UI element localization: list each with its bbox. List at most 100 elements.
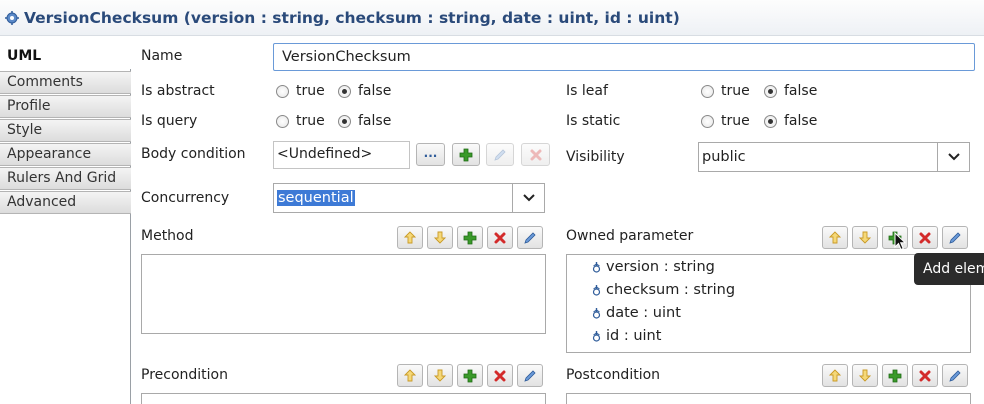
operation-icon [5,10,19,25]
delete-icon [530,149,541,160]
concurrency-select[interactable]: sequential [273,183,545,213]
tab-comments[interactable]: Comments [0,71,131,94]
precondition-label: Precondition [141,367,228,383]
name-field[interactable]: VersionChecksum [273,43,975,71]
tab-profile[interactable]: Profile [0,95,131,118]
method-list[interactable] [141,254,546,334]
arrow-up-icon [404,231,416,244]
mouse-cursor-icon [894,232,906,251]
is-abstract-false-radio[interactable]: false [338,83,391,99]
plus-icon [463,369,477,382]
pencil-icon [524,231,536,244]
postcondition-list[interactable] [566,393,971,404]
name-value: VersionChecksum [282,49,411,65]
page-title: VersionChecksum (version : string, check… [24,8,680,27]
precondition-move-down-button[interactable] [427,364,453,387]
arrow-up-icon [829,231,841,244]
radio-indicator [338,114,351,128]
delete-icon [919,232,931,243]
radio-label: true [296,113,325,129]
arrow-up-icon [829,369,841,382]
list-item[interactable]: date : uint [591,305,681,321]
radio-label: false [784,83,818,99]
add-body-button[interactable] [452,143,480,166]
radio-label: true [721,113,750,129]
precondition-add-button[interactable] [457,364,483,387]
parameter-icon [592,308,601,319]
browse-button[interactable]: ... [416,143,445,166]
is-leaf-label: Is leaf [566,83,608,99]
tab-advanced[interactable]: Advanced [0,191,131,214]
parameter-move-up-button[interactable] [822,226,848,249]
remove-body-button[interactable] [521,143,550,166]
plus-icon [463,231,477,244]
body-condition-field[interactable]: <Undefined> [273,141,410,169]
tab-uml[interactable]: UML [0,46,131,69]
is-static-true-radio[interactable]: true [701,113,750,129]
method-delete-button[interactable] [487,226,513,249]
concurrency-value: sequential [277,190,355,206]
arrow-down-icon [434,369,446,382]
postcondition-edit-button[interactable] [942,364,968,387]
arrow-down-icon [859,231,871,244]
visibility-select[interactable]: public [698,142,970,172]
postcondition-delete-button[interactable] [912,364,938,387]
parameter-label: checksum : string [606,282,736,298]
arrow-down-icon [434,231,446,244]
precondition-list[interactable] [141,393,546,404]
postcondition-label: Postcondition [566,367,661,383]
method-edit-button[interactable] [517,226,543,249]
is-leaf-true-radio[interactable]: true [701,83,750,99]
owned-parameter-list[interactable]: version : string checksum : string date … [566,254,971,353]
delete-icon [494,232,506,243]
visibility-label: Visibility [566,149,625,165]
plus-icon [888,369,902,382]
editor-header: VersionChecksum (version : string, check… [0,0,984,36]
arrow-up-icon [404,369,416,382]
parameter-icon [592,262,601,273]
parameter-label: date : uint [606,305,681,321]
parameter-move-down-button[interactable] [852,226,878,249]
precondition-move-up-button[interactable] [397,364,423,387]
postcondition-move-up-button[interactable] [822,364,848,387]
method-move-down-button[interactable] [427,226,453,249]
is-leaf-false-radio[interactable]: false [764,83,817,99]
postcondition-move-down-button[interactable] [852,364,878,387]
pencil-icon [494,148,506,161]
is-static-label: Is static [566,113,621,129]
pencil-icon [949,231,961,244]
precondition-edit-button[interactable] [517,364,543,387]
radio-indicator [764,84,777,98]
postcondition-add-button[interactable] [882,364,908,387]
is-query-false-radio[interactable]: false [338,113,391,129]
add-element-tooltip: Add elem [914,253,984,285]
is-abstract-label: Is abstract [141,83,215,99]
chevron-down-icon[interactable] [512,184,544,212]
parameter-edit-button[interactable] [942,226,968,249]
method-add-button[interactable] [457,226,483,249]
parameter-delete-button[interactable] [912,226,938,249]
list-item[interactable]: id : uint [591,328,661,344]
visibility-value: public [702,149,746,165]
radio-indicator [338,84,351,98]
plus-icon [459,148,473,161]
parameter-icon [592,285,601,296]
is-query-true-radio[interactable]: true [276,113,325,129]
edit-body-button[interactable] [486,143,514,166]
properties-tabs: UML Comments Profile Style Appearance Ru… [0,46,131,404]
tab-style[interactable]: Style [0,119,131,142]
tab-rulers-and-grid[interactable]: Rulers And Grid [0,167,131,190]
owned-parameter-label: Owned parameter [566,228,694,244]
radio-indicator [701,114,714,128]
method-move-up-button[interactable] [397,226,423,249]
radio-label: true [296,83,325,99]
parameter-label: version : string [606,259,715,275]
chevron-down-icon[interactable] [937,143,969,171]
list-item[interactable]: checksum : string [591,282,735,298]
is-static-false-radio[interactable]: false [764,113,817,129]
is-abstract-true-radio[interactable]: true [276,83,325,99]
list-item[interactable]: version : string [591,259,715,275]
tab-appearance[interactable]: Appearance [0,143,131,166]
method-label: Method [141,228,194,244]
precondition-delete-button[interactable] [487,364,513,387]
